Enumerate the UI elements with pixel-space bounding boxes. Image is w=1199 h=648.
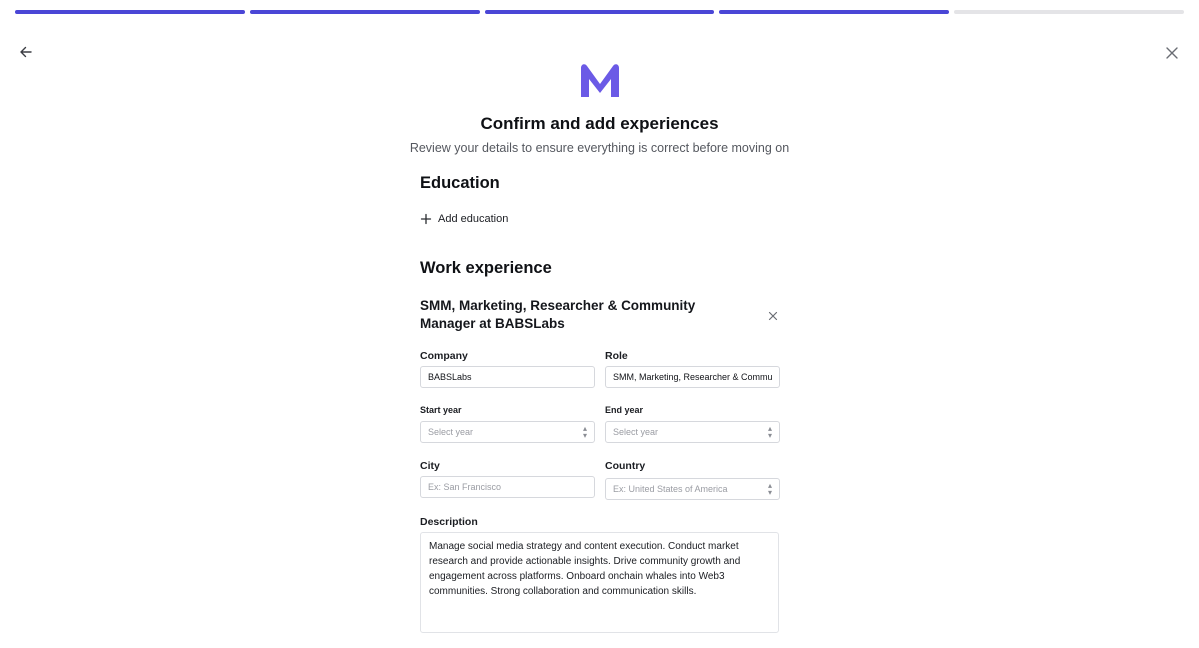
end-year-select[interactable]: Select year ▴ ▾ <box>605 421 780 443</box>
work-experience-heading: Work experience <box>420 259 552 277</box>
app-logo <box>579 62 621 98</box>
country-placeholder: Ex: United States of America <box>613 484 728 494</box>
add-education-label: Add education <box>438 213 509 225</box>
country-select[interactable]: Ex: United States of America ▴ ▾ <box>605 478 780 500</box>
plus-icon <box>420 213 432 225</box>
add-education-button[interactable]: Add education <box>420 213 508 225</box>
page-subtitle: Review your details to ensure everything… <box>409 141 790 155</box>
company-input[interactable] <box>420 366 595 388</box>
progress-step <box>719 10 950 14</box>
education-heading: Education <box>420 174 500 192</box>
start-year-label: Start year <box>420 405 462 415</box>
close-icon <box>1166 47 1178 59</box>
country-label: Country <box>605 460 646 472</box>
company-label: Company <box>420 350 468 362</box>
start-year-select[interactable]: Select year ▴ ▾ <box>420 421 595 443</box>
progress-bar <box>15 10 1184 14</box>
chevron-updown-icon: ▴ ▾ <box>582 424 587 440</box>
city-label: City <box>420 460 440 472</box>
progress-step <box>484 10 715 14</box>
end-year-placeholder: Select year <box>613 427 659 437</box>
chevron-updown-icon: ▴ ▾ <box>767 424 772 440</box>
progress-step <box>15 10 245 14</box>
description-textarea[interactable]: Manage social media strategy and content… <box>420 532 779 633</box>
description-label: Description <box>420 516 478 528</box>
end-year-label: End year <box>605 405 644 415</box>
progress-step <box>954 10 1184 14</box>
progress-step <box>249 10 480 14</box>
page-title: Confirm and add experiences <box>480 114 719 133</box>
m-logo-icon <box>581 64 619 97</box>
arrow-left-icon <box>20 46 32 58</box>
close-icon <box>768 311 778 321</box>
role-label: Role <box>605 350 628 362</box>
remove-experience-button[interactable] <box>766 309 780 323</box>
chevron-updown-icon: ▴ ▾ <box>767 481 772 497</box>
back-button[interactable] <box>16 42 36 62</box>
start-year-placeholder: Select year <box>428 427 474 437</box>
city-input[interactable] <box>420 476 595 498</box>
experience-entry-title: SMM, Marketing, Researcher & Community M… <box>420 298 696 331</box>
close-button[interactable] <box>1163 44 1181 62</box>
role-input[interactable] <box>605 366 780 388</box>
